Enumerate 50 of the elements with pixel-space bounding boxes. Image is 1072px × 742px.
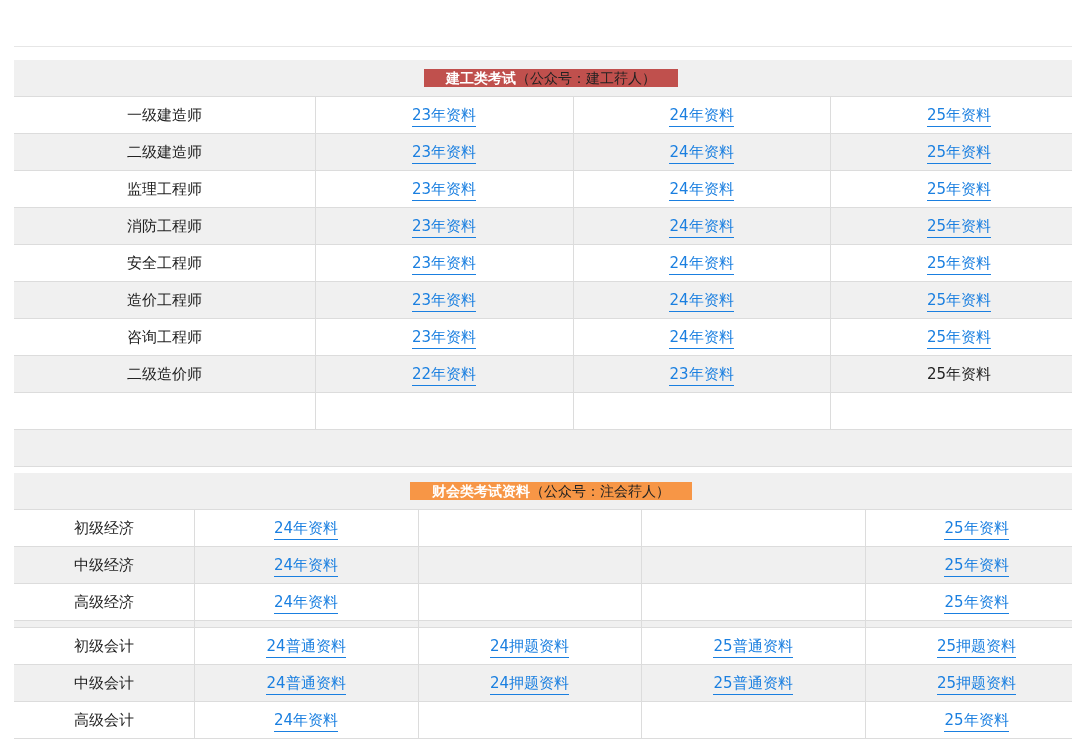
download-link[interactable]: 25年资料 [926,105,992,127]
download-link[interactable]: 25年资料 [926,216,992,238]
exam-name: 高级会计 [73,710,134,729]
download-link[interactable]: 25年资料 [944,555,1009,577]
exam-name: 安全工程师 [126,253,202,272]
download-link[interactable]: 24年资料 [669,327,734,349]
download-link[interactable]: 24年资料 [669,142,734,164]
table-cell: 25年资料 [926,364,992,383]
download-link[interactable]: 24年资料 [273,518,339,540]
exam-name: 高级经济 [73,592,134,611]
download-link[interactable]: 25年资料 [926,142,992,164]
exam-name: 二级建造师 [126,142,202,161]
download-link[interactable]: 23年资料 [411,327,477,349]
download-link[interactable]: 25年资料 [944,592,1009,614]
section-title: 财会类考试资料 [432,483,530,499]
download-link[interactable]: 25年资料 [944,710,1009,732]
exam-name: 二级造价师 [126,364,202,383]
download-link[interactable]: 23年资料 [411,179,477,201]
download-link[interactable]: 24年资料 [669,179,734,201]
exam-name: 中级经济 [73,555,134,574]
download-link[interactable]: 25年资料 [926,179,992,201]
exam-name: 消防工程师 [126,216,202,235]
exam-name: 咨询工程师 [126,327,202,346]
download-link[interactable]: 23年资料 [411,253,477,275]
download-link[interactable]: 25年资料 [926,253,992,275]
download-link[interactable]: 23年资料 [411,216,477,238]
exam-name: 造价工程师 [126,290,202,309]
download-link[interactable]: 22年资料 [411,364,477,386]
section-subtitle: （公众号：注会荇人） [530,483,670,499]
exam-name: 监理工程师 [126,179,202,198]
section-title: 建工类考试 [446,70,516,86]
download-link[interactable]: 25年资料 [926,290,992,312]
download-link[interactable]: 24年资料 [669,253,734,275]
download-link[interactable]: 25年资料 [944,518,1009,540]
download-link[interactable]: 25年资料 [926,327,992,349]
exam-name: 一级建造师 [126,105,202,124]
download-link[interactable]: 24年资料 [669,290,734,312]
section-subtitle: （公众号：建工荇人） [516,70,656,86]
download-link[interactable]: 24年资料 [273,592,339,614]
download-link[interactable]: 24年资料 [669,105,734,127]
download-link[interactable]: 24年资料 [273,555,339,577]
download-link[interactable]: 24年资料 [273,710,339,732]
download-link[interactable]: 23年资料 [411,142,477,164]
download-link[interactable]: 23年资料 [411,290,477,312]
download-link[interactable]: 24年资料 [669,216,734,238]
exam-name: 初级经济 [73,518,134,537]
download-link[interactable]: 23年资料 [669,364,734,386]
exam-name: 中级会计 [73,673,134,692]
download-link[interactable]: 23年资料 [411,105,477,127]
exam-name: 初级会计 [73,636,134,655]
